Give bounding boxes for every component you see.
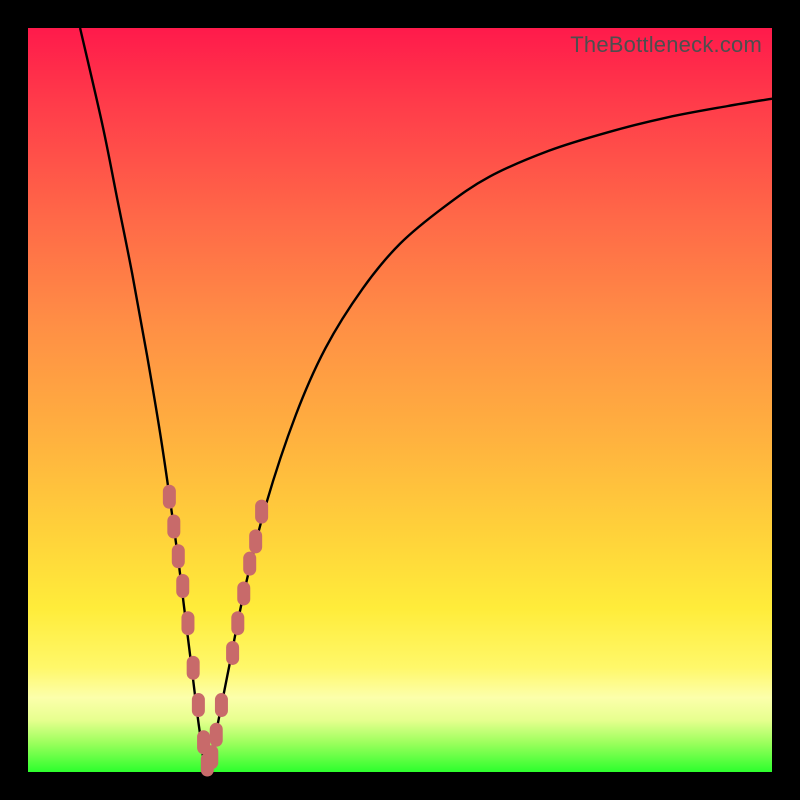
- data-marker: [172, 544, 185, 568]
- data-marker: [192, 693, 205, 717]
- marker-group: [163, 485, 268, 777]
- data-marker: [215, 693, 228, 717]
- data-marker: [210, 723, 223, 747]
- chart-frame: TheBottleneck.com: [0, 0, 800, 800]
- data-marker: [181, 611, 194, 635]
- data-marker: [237, 581, 250, 605]
- data-marker: [231, 611, 244, 635]
- data-marker: [167, 514, 180, 538]
- data-marker: [249, 529, 262, 553]
- bottleneck-curve: [80, 28, 772, 772]
- data-marker: [226, 641, 239, 665]
- data-marker: [176, 574, 189, 598]
- curve-layer: [28, 28, 772, 772]
- data-marker: [255, 500, 268, 524]
- data-marker: [205, 745, 218, 769]
- plot-area: TheBottleneck.com: [28, 28, 772, 772]
- data-marker: [187, 656, 200, 680]
- data-marker: [243, 552, 256, 576]
- data-marker: [163, 485, 176, 509]
